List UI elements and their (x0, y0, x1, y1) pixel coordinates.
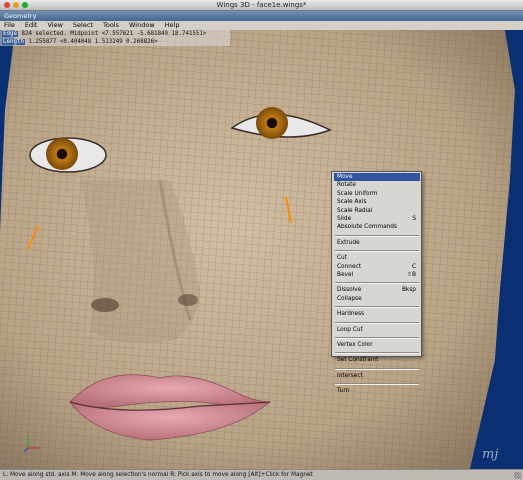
menu-item-label: Connect (337, 263, 361, 270)
menu-select[interactable]: Select (69, 21, 99, 30)
menu-item-label: Vertex Color (337, 342, 373, 348)
menu-view[interactable]: View (43, 21, 68, 30)
window-controls (4, 2, 28, 8)
menu-item-shortcut: C (411, 263, 416, 270)
menu-item-scale-radial[interactable]: Scale Radial (334, 207, 420, 215)
menu-separator (335, 282, 419, 285)
menu-item-shortcut: Bksp (401, 287, 416, 294)
menu-item-label: Set Constraint (337, 357, 379, 364)
menu-item-label: Scale Axis (337, 199, 367, 206)
menu-separator (335, 383, 419, 386)
menu-item-loop-cut[interactable]: Loop Cut (334, 326, 420, 334)
length-info-text: 1.255877 <0.404048 1.513249 0.268826> (28, 39, 158, 45)
menu-item-absolute-commands[interactable]: Absolute Commands (334, 223, 420, 231)
menu-item-dissolve[interactable]: Dissolve Bksp (334, 286, 420, 294)
geometry-window-tab[interactable]: Geometry (0, 11, 523, 21)
menu-item-set-constraint[interactable]: Set Constraint (334, 356, 420, 364)
length-label: Length (2, 39, 25, 45)
menu-separator (335, 234, 419, 237)
menu-item-bevel[interactable]: Bevel ⇧B (334, 271, 420, 279)
resize-grip-icon[interactable] (514, 472, 521, 479)
selection-info-text: 824 selected. Midpoint <7.557621 -5.6818… (21, 31, 207, 37)
menu-item-turn[interactable]: Turn (334, 387, 420, 395)
menu-item-slide[interactable]: Slide S (334, 215, 420, 223)
menu-window[interactable]: Window (125, 21, 161, 30)
menu-item-move[interactable]: Move (334, 173, 420, 181)
3d-viewport[interactable]: Edge 824 selected. Midpoint <7.557621 -5… (0, 30, 523, 469)
face-mesh-render (0, 30, 523, 469)
menu-item-label: Slide (337, 216, 352, 222)
menu-item-connect[interactable]: Connect C (334, 263, 420, 271)
menu-item-vertex-color[interactable]: Vertex Color (334, 341, 420, 349)
menu-item-label: Extrude (337, 239, 360, 246)
menu-item-label: Scale Uniform (337, 190, 378, 197)
close-window-button[interactable] (4, 2, 10, 8)
menu-item-label: Turn (337, 388, 350, 395)
menu-item-label: Dissolve (337, 287, 362, 294)
menu-item-shortcut: S (412, 216, 416, 222)
window-title: Wings 3D - face1e.wings* (216, 1, 307, 9)
length-info-line: Length 1.255877 <0.404048 1.513249 0.268… (0, 38, 230, 46)
menu-item-label: Collapse (337, 295, 362, 302)
menu-item-shortcut: ⇧B (407, 272, 416, 278)
selection-mode-label: Edge (2, 31, 18, 37)
menu-bar: File Edit View Select Tools Window Help (0, 21, 523, 30)
menu-separator (335, 367, 419, 370)
menu-item-label: Scale Radial (337, 207, 373, 214)
menu-item-rotate[interactable]: Rotate (334, 181, 420, 189)
menu-edit[interactable]: Edit (21, 21, 44, 30)
menu-item-extrude[interactable]: Extrude (334, 239, 420, 247)
menu-item-intersect[interactable]: Intersect (334, 372, 420, 380)
menu-separator (335, 250, 419, 253)
menu-item-label: Cut (337, 255, 347, 262)
menu-item-label: Hardness (337, 311, 365, 318)
status-bar: L: Move along std. axis M: Move along se… (0, 469, 523, 480)
menu-item-label: Loop Cut (337, 326, 363, 333)
menu-separator (335, 337, 419, 339)
menu-separator (335, 321, 419, 324)
minimize-window-button[interactable] (13, 2, 19, 8)
menu-file[interactable]: File (0, 21, 21, 30)
menu-tools[interactable]: Tools (99, 21, 125, 30)
window-titlebar: Wings 3D - face1e.wings* (0, 0, 523, 11)
menu-item-label: Bevel (337, 272, 354, 278)
edge-context-menu: Move Rotate Scale Uniform Scale Axis Scale R… (331, 171, 422, 394)
menu-separator (335, 352, 419, 355)
menu-item-scale-uniform[interactable]: Scale Uniform (334, 190, 420, 198)
menu-item-label: Rotate (337, 182, 356, 189)
selection-info-line: Edge 824 selected. Midpoint <7.557621 -5… (0, 30, 230, 38)
menu-item-label: Absolute Commands (337, 224, 397, 231)
menu-item-collapse[interactable]: Collapse (334, 295, 420, 303)
status-text: L: Move along std. axis M: Move along se… (3, 472, 313, 478)
zoom-window-button[interactable] (22, 2, 28, 8)
menu-item-hardness[interactable]: Hardness (334, 310, 420, 318)
menu-item-scale-axis[interactable]: Scale Axis (334, 198, 420, 206)
menu-help[interactable]: Help (161, 21, 186, 30)
menu-separator (335, 306, 419, 309)
mj-watermark: mj (482, 447, 499, 462)
menu-item-label: Intersect (337, 372, 363, 379)
menu-item-label: Move (337, 174, 353, 180)
menu-item-cut[interactable]: Cut (334, 254, 420, 262)
